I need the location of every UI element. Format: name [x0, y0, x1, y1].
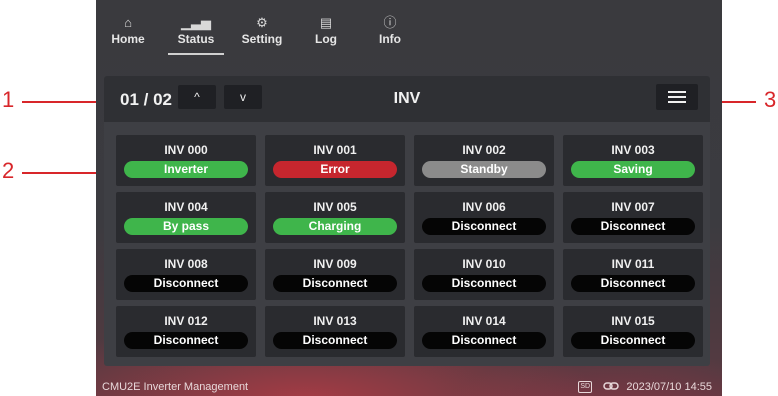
panel-header: 01 / 02 ^ v INV — [104, 76, 710, 122]
device-screen: ⌂ Home ▁▃▅ Status ⚙ Setting ▤ Log ⓘ Info… — [96, 0, 722, 396]
nav-info[interactable]: ⓘ Info — [362, 14, 418, 46]
inverter-tile[interactable]: INV 014 Disconnect — [414, 306, 554, 357]
status-badge: Disconnect — [571, 332, 695, 349]
inverter-name: INV 014 — [462, 314, 506, 328]
inverter-tile[interactable]: INV 004 By pass — [116, 192, 256, 243]
inverter-panel: 01 / 02 ^ v INV INV 000 Inverter INV 001 Er… — [104, 76, 710, 366]
nav-info-label: Info — [379, 32, 401, 46]
nav-setting[interactable]: ⚙ Setting — [234, 14, 290, 46]
inverter-name: INV 003 — [611, 143, 655, 157]
status-badge: Disconnect — [273, 275, 397, 292]
inverter-tile[interactable]: INV 002 Standby — [414, 135, 554, 186]
inverter-name: INV 006 — [462, 200, 506, 214]
status-badge: Disconnect — [124, 332, 248, 349]
inverter-tile[interactable]: INV 007 Disconnect — [563, 192, 703, 243]
status-badge: Error — [273, 161, 397, 178]
nav-status-label: Status — [177, 32, 215, 46]
callout-1: 1 — [2, 87, 15, 112]
status-badge: Charging — [273, 218, 397, 235]
home-icon: ⌂ — [124, 15, 132, 30]
hamburger-icon-bar — [668, 96, 686, 98]
callout-3: 3 — [764, 87, 777, 112]
status-badge: Saving — [571, 161, 695, 178]
inverter-tile[interactable]: INV 000 Inverter — [116, 135, 256, 186]
datetime: 2023/07/10 14:55 — [626, 381, 712, 393]
status-badge: Disconnect — [124, 275, 248, 292]
inverter-tile[interactable]: INV 005 Charging — [265, 192, 405, 243]
inverter-name: INV 004 — [164, 200, 208, 214]
inverter-tile[interactable]: INV 003 Saving — [563, 135, 703, 186]
link-icon — [603, 381, 620, 393]
inverter-tile[interactable]: INV 001 Error — [265, 135, 405, 186]
nav-setting-label: Setting — [241, 32, 283, 46]
inverter-tile[interactable]: INV 015 Disconnect — [563, 306, 703, 357]
hamburger-icon-bar — [668, 101, 686, 103]
status-badge: Inverter — [124, 161, 248, 178]
inverter-name: INV 009 — [313, 257, 357, 271]
inverter-tile[interactable]: INV 013 Disconnect — [265, 306, 405, 357]
status-badge: Disconnect — [571, 218, 695, 235]
inverter-tile[interactable]: INV 012 Disconnect — [116, 306, 256, 357]
gear-icon: ⚙ — [256, 15, 268, 30]
inverter-name: INV 005 — [313, 200, 357, 214]
inverter-tile[interactable]: INV 010 Disconnect — [414, 249, 554, 300]
inverter-name: INV 010 — [462, 257, 506, 271]
inverter-tile[interactable]: INV 008 Disconnect — [116, 249, 256, 300]
status-badge: By pass — [124, 218, 248, 235]
menu-button[interactable] — [656, 84, 698, 110]
inverter-name: INV 008 — [164, 257, 208, 271]
panel-title: INV — [393, 90, 421, 107]
sd-card-icon: SD — [578, 381, 593, 394]
link-icon-svg — [603, 382, 620, 390]
status-badge: Standby — [422, 161, 546, 178]
inverter-tile[interactable]: INV 011 Disconnect — [563, 249, 703, 300]
hamburger-icon — [668, 91, 686, 93]
status-badge: Disconnect — [422, 275, 546, 292]
app-name: CMU2E Inverter Management — [102, 381, 249, 393]
active-tab-indicator — [168, 53, 224, 55]
log-icon: ▤ — [319, 15, 333, 30]
top-navigation: ⌂ Home ▁▃▅ Status ⚙ Setting ▤ Log ⓘ Info — [96, 0, 722, 62]
inverter-name: INV 007 — [611, 200, 655, 214]
status-bar: SD 2023/07/10 14:55 — [578, 381, 712, 394]
status-badge: Disconnect — [273, 332, 397, 349]
nav-log[interactable]: ▤ Log — [298, 14, 354, 46]
status-badge: Disconnect — [571, 275, 695, 292]
callout-2: 2 — [2, 158, 15, 183]
nav-home-label: Home — [111, 32, 145, 46]
inverter-name: INV 000 — [164, 143, 208, 157]
inverter-tile[interactable]: INV 006 Disconnect — [414, 192, 554, 243]
bar-chart-icon: ▁▃▅ — [181, 15, 211, 30]
nav-status[interactable]: ▁▃▅ Status — [168, 14, 224, 46]
inverter-tile[interactable]: INV 009 Disconnect — [265, 249, 405, 300]
inverter-name: INV 001 — [313, 143, 357, 157]
inverter-name: INV 011 — [611, 257, 655, 271]
inverter-name: INV 002 — [462, 143, 506, 157]
info-icon: ⓘ — [383, 15, 397, 30]
status-badge: Disconnect — [422, 218, 546, 235]
nav-home[interactable]: ⌂ Home — [100, 14, 156, 46]
nav-log-label: Log — [315, 32, 337, 46]
inverter-name: INV 013 — [313, 314, 357, 328]
inverter-name: INV 012 — [164, 314, 208, 328]
status-badge: Disconnect — [422, 332, 546, 349]
inverter-name: INV 015 — [611, 314, 655, 328]
